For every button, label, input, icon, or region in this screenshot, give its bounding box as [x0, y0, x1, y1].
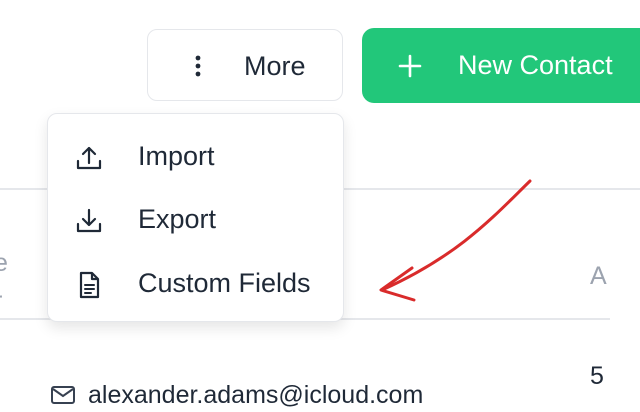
- email-text: alexander.adams@icloud.com: [88, 380, 424, 409]
- more-button[interactable]: More: [147, 29, 343, 101]
- menu-item-custom-fields[interactable]: Custom Fields: [48, 253, 343, 313]
- document-icon: [79, 271, 100, 299]
- column-header-left-text: e r: [0, 249, 8, 315]
- download-icon: [76, 208, 102, 233]
- menu-item-label: Import: [138, 141, 215, 171]
- menu-item-import[interactable]: Import: [48, 126, 343, 186]
- table-cell-partial-right: 5: [590, 362, 604, 390]
- menu-item-export[interactable]: Export: [48, 189, 343, 249]
- column-header-partial-right[interactable]: A: [590, 262, 607, 291]
- upload-icon: [76, 146, 102, 170]
- plus-icon: [398, 54, 422, 78]
- new-contact-button[interactable]: New Contact: [362, 28, 640, 103]
- vertical-dots-icon: [195, 55, 201, 77]
- more-dropdown-menu: Import Export Custom Fields: [47, 113, 344, 322]
- table-row-email[interactable]: alexander.adams@icloud.com: [50, 378, 423, 412]
- new-contact-button-label: New Contact: [458, 50, 613, 80]
- menu-item-label: Custom Fields: [138, 268, 311, 298]
- column-header-partial-left: e r: [0, 244, 24, 320]
- mail-icon: [51, 386, 75, 404]
- menu-item-label: Export: [138, 204, 217, 234]
- more-button-label: More: [244, 51, 306, 81]
